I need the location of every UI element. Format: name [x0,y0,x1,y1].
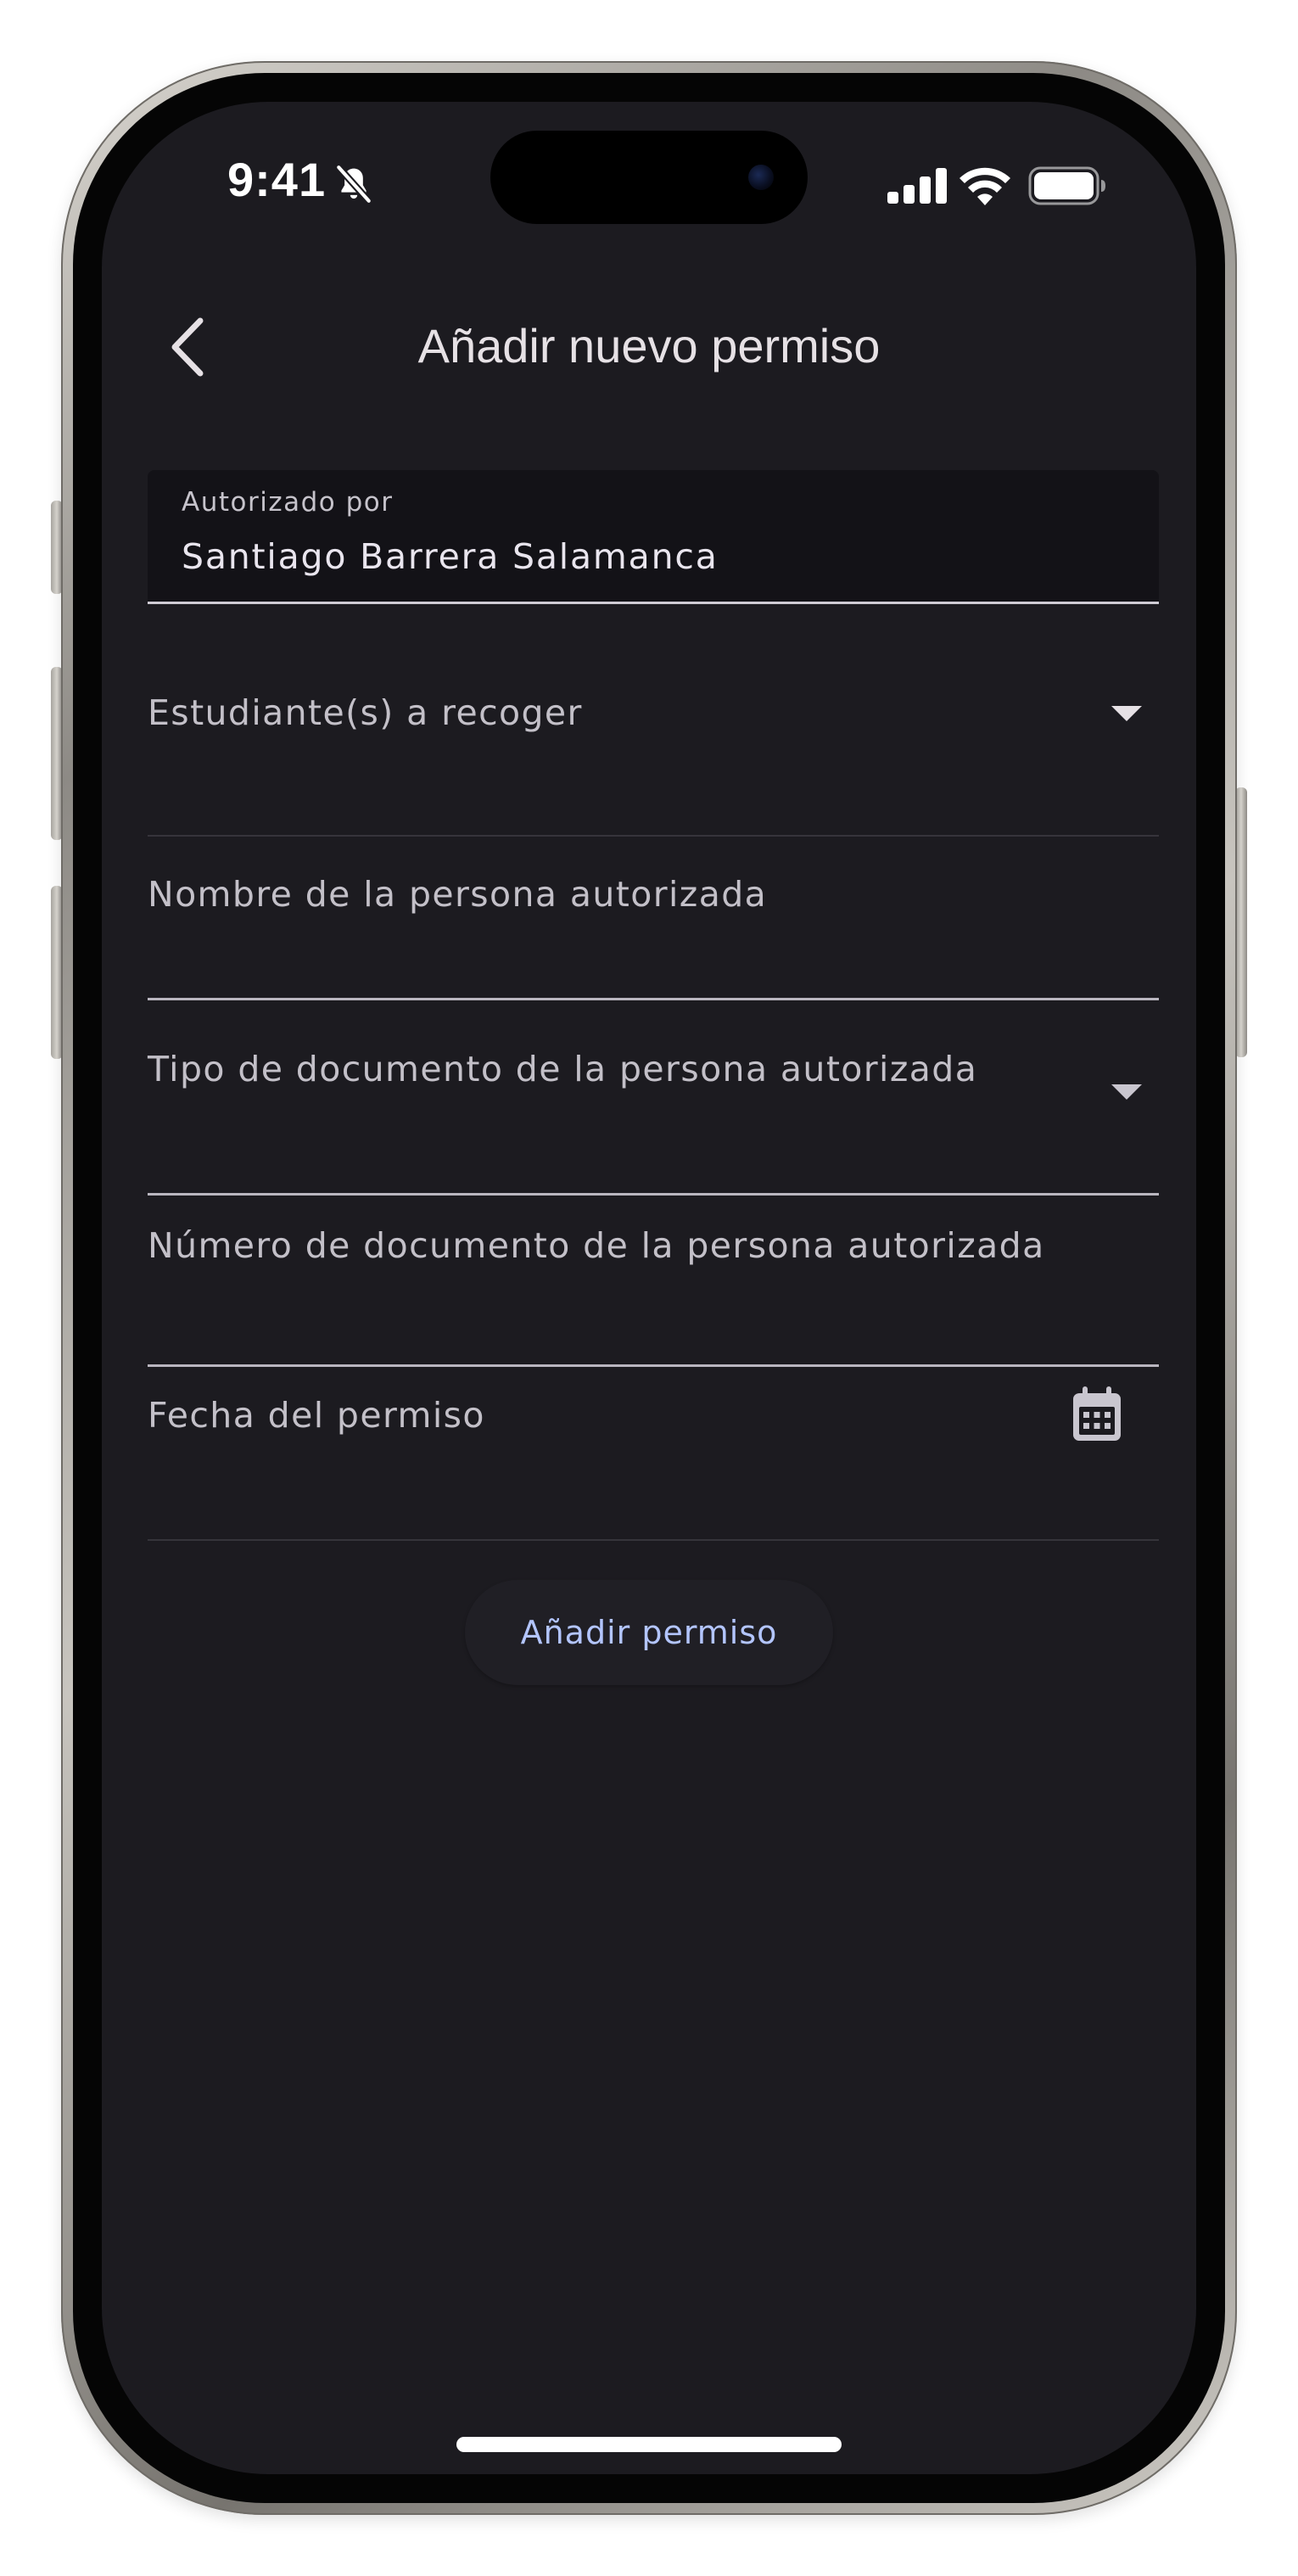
chevron-down-icon [1111,706,1142,721]
power-button [1235,787,1247,1057]
home-indicator[interactable] [456,2437,842,2452]
authorized-by-value: Santiago Barrera Salamanca [182,536,719,577]
field-underline [148,602,1159,604]
field-underline [148,1539,1159,1541]
app-screen: 9:41 Añadir nuevo permiso Autorizado por… [102,102,1196,2474]
field-underline [148,1193,1159,1196]
authorized-by-field[interactable]: Autorizado por Santiago Barrera Salamanc… [148,470,1159,604]
chevron-down-icon [1111,1084,1142,1100]
authorized-name-label: Nombre de la persona autorizada [148,874,768,915]
calendar-icon[interactable] [1069,1385,1125,1444]
students-dropdown-label: Estudiante(s) a recoger [148,692,583,733]
front-camera-icon [748,165,774,190]
authorized-name-input[interactable]: Nombre de la persona autorizada [148,869,1159,1018]
authorized-by-label: Autorizado por [182,487,394,518]
battery-icon [1028,166,1105,205]
status-time: 9:41 [227,153,327,206]
document-type-label: Tipo de documento de la persona autoriza… [148,1049,978,1089]
cellular-signal-icon [887,168,947,204]
field-underline [148,998,1159,1000]
add-permission-button[interactable]: Añadir permiso [465,1580,833,1685]
document-number-input[interactable]: Número de documento de la persona autori… [148,1220,1159,1373]
wifi-icon [960,167,1010,205]
dynamic-island [490,131,808,224]
permission-date-label: Fecha del permiso [148,1395,485,1436]
field-underline [148,1364,1159,1367]
permission-date-input[interactable]: Fecha del permiso [148,1386,1159,1543]
page-title: Añadir nuevo permiso [417,319,881,372]
bell-slash-icon [335,164,372,204]
students-dropdown[interactable]: Estudiante(s) a recoger [148,687,1159,837]
field-underline [148,835,1159,837]
document-type-dropdown[interactable]: Tipo de documento de la persona autoriza… [148,1044,1159,1196]
document-number-label: Número de documento de la persona autori… [148,1225,1045,1266]
